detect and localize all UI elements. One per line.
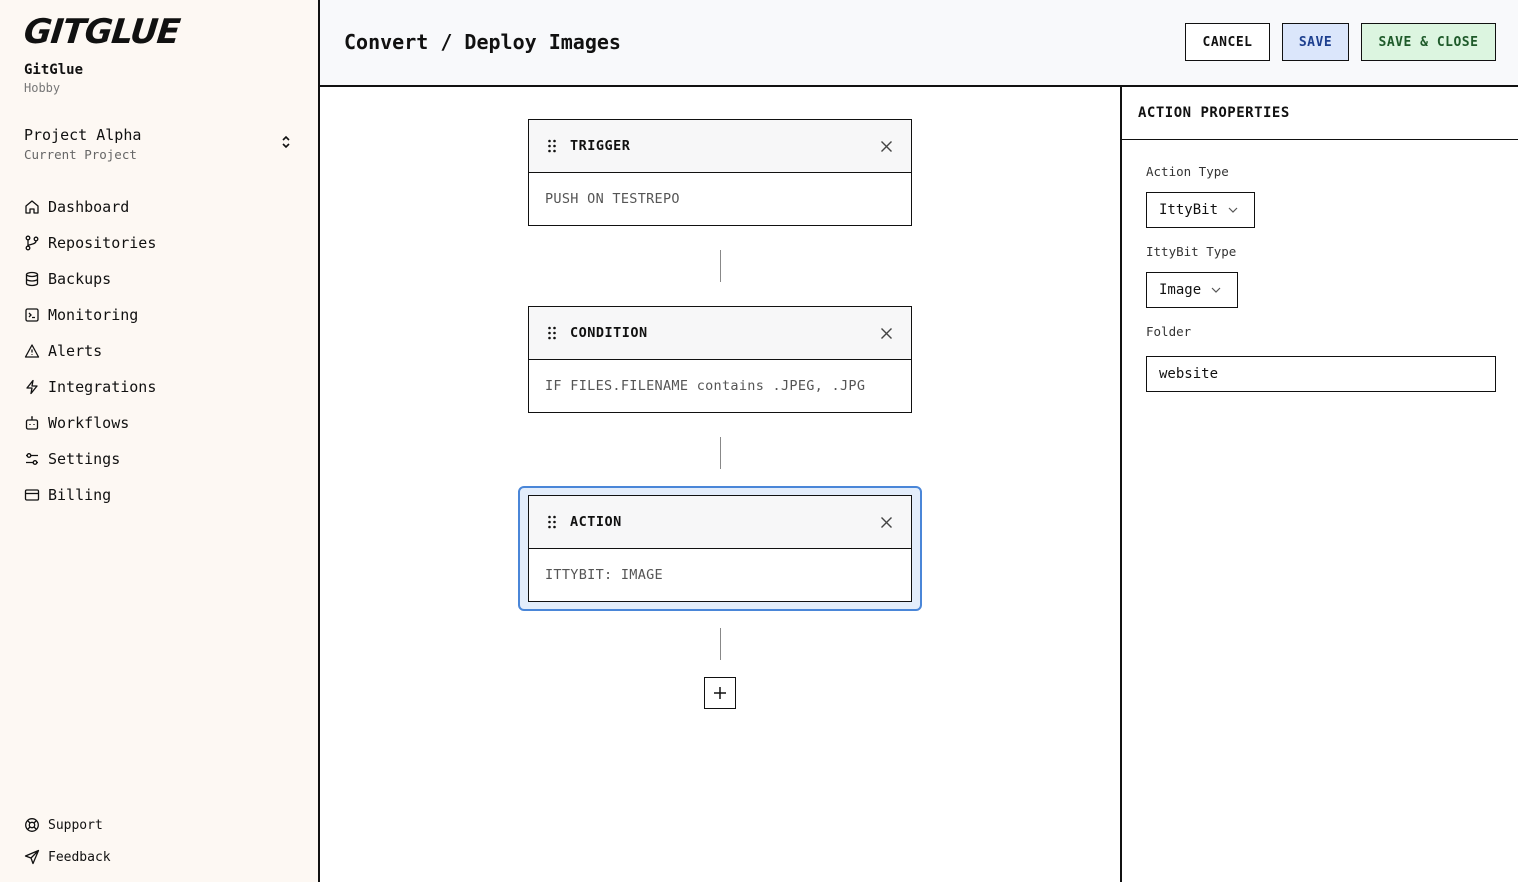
home-icon [25, 200, 39, 214]
nav-item-label: Repositories [48, 234, 157, 252]
nav-item-label: Feedback [48, 849, 111, 865]
nav-item-settings[interactable]: Settings [24, 441, 296, 477]
lifebuoy-icon [25, 818, 39, 832]
step-header: CONDITION [529, 307, 911, 360]
step-description: IF FILES.FILENAME contains .JPEG, .JPG [545, 378, 866, 394]
terminal-icon [25, 308, 39, 322]
project-subtitle: Current Project [24, 147, 137, 162]
gitglue-logo[interactable]: GITGLUE [22, 12, 182, 52]
workflow-canvas: TRIGGER PUSH ON TESTREPO CONDITION IF FI… [320, 87, 1120, 882]
step-title: ACTION [570, 514, 622, 530]
nav-item-alerts[interactable]: Alerts [24, 333, 296, 369]
step-description: ITTYBIT: IMAGE [545, 567, 663, 583]
action-type-value: IttyBit [1159, 202, 1219, 218]
add-step-button[interactable] [704, 677, 736, 709]
workflow-step-action[interactable]: ACTION ITTYBIT: IMAGE [528, 495, 912, 602]
git-branch-icon [25, 235, 39, 251]
plus-icon [714, 687, 726, 699]
panel-title: ACTION PROPERTIES [1122, 87, 1518, 140]
save-and-close-button[interactable]: SAVE & CLOSE [1361, 23, 1496, 61]
send-icon [24, 849, 40, 865]
step-header: TRIGGER [529, 120, 911, 173]
database-icon [25, 271, 39, 287]
page-header: Convert / Deploy Images CANCEL SAVE SAVE… [320, 0, 1518, 87]
nav-item-label: Workflows [48, 414, 130, 432]
main-nav: Dashboard Repositories Backups Monitorin… [24, 189, 296, 513]
nav-item-backups[interactable]: Backups [24, 261, 296, 297]
org-plan: Hobby [24, 81, 61, 95]
ittybit-type-select[interactable]: Image [1146, 272, 1238, 308]
sidebar: GITGLUE GitGlue Hobby Project Alpha Curr… [0, 0, 320, 882]
step-title: CONDITION [570, 325, 648, 341]
nav-item-repositories[interactable]: Repositories [24, 225, 296, 261]
credit-card-icon [24, 489, 40, 501]
cancel-button[interactable]: CANCEL [1185, 23, 1270, 61]
nav-item-monitoring[interactable]: Monitoring [24, 297, 296, 333]
chevron-down-icon [1211, 287, 1221, 293]
action-type-select[interactable]: IttyBit [1146, 192, 1255, 228]
bolt-icon [26, 379, 38, 395]
step-connector [720, 250, 721, 282]
chevron-up-down-icon[interactable] [280, 133, 292, 151]
chevron-down-icon [1228, 207, 1238, 213]
step-description: PUSH ON TESTREPO [545, 191, 680, 207]
page-title: Convert / Deploy Images [344, 30, 621, 54]
save-button[interactable]: SAVE [1282, 23, 1349, 61]
nav-item-label: Integrations [48, 378, 157, 396]
workflow-step-trigger[interactable]: TRIGGER PUSH ON TESTREPO [528, 119, 912, 226]
drag-handle-icon[interactable] [547, 515, 557, 529]
nav-item-billing[interactable]: Billing [24, 477, 296, 513]
robot-icon [25, 416, 39, 430]
workflow-step-condition[interactable]: CONDITION IF FILES.FILENAME contains .JP… [528, 306, 912, 413]
nav-item-label: Dashboard [48, 198, 130, 216]
ittybit-type-value: Image [1159, 282, 1202, 298]
step-connector [720, 628, 721, 660]
nav-item-label: Backups [48, 270, 112, 288]
nav-item-label: Alerts [48, 342, 103, 360]
nav-item-label: Settings [48, 450, 121, 468]
action-properties-panel: ACTION PROPERTIES Action Type IttyBit It… [1120, 87, 1518, 882]
project-name: Project Alpha [24, 126, 142, 144]
folder-input[interactable] [1146, 356, 1496, 392]
drag-handle-icon[interactable] [547, 326, 557, 340]
nav-item-label: Billing [48, 486, 112, 504]
nav-item-dashboard[interactable]: Dashboard [24, 189, 296, 225]
step-title: TRIGGER [570, 138, 631, 154]
secondary-nav: Support Feedback [24, 809, 296, 873]
nav-item-integrations[interactable]: Integrations [24, 369, 296, 405]
step-connector [720, 437, 721, 469]
sliders-icon [26, 453, 38, 465]
ittybit-type-label: IttyBit Type [1146, 244, 1237, 259]
nav-item-label: Monitoring [48, 306, 139, 324]
nav-item-support[interactable]: Support [24, 809, 296, 841]
nav-item-label: Support [48, 817, 103, 833]
nav-item-workflows[interactable]: Workflows [24, 405, 296, 441]
nav-item-feedback[interactable]: Feedback [24, 841, 296, 873]
action-type-label: Action Type [1146, 164, 1229, 179]
org-name: GitGlue [24, 62, 84, 78]
alert-triangle-icon [24, 344, 40, 358]
close-icon[interactable] [880, 327, 893, 340]
project-switcher[interactable]: Project Alpha Current Project [24, 124, 296, 168]
close-icon[interactable] [880, 140, 893, 153]
drag-handle-icon[interactable] [547, 139, 557, 153]
close-icon[interactable] [880, 516, 893, 529]
folder-label: Folder [1146, 324, 1192, 339]
step-header: ACTION [529, 496, 911, 549]
